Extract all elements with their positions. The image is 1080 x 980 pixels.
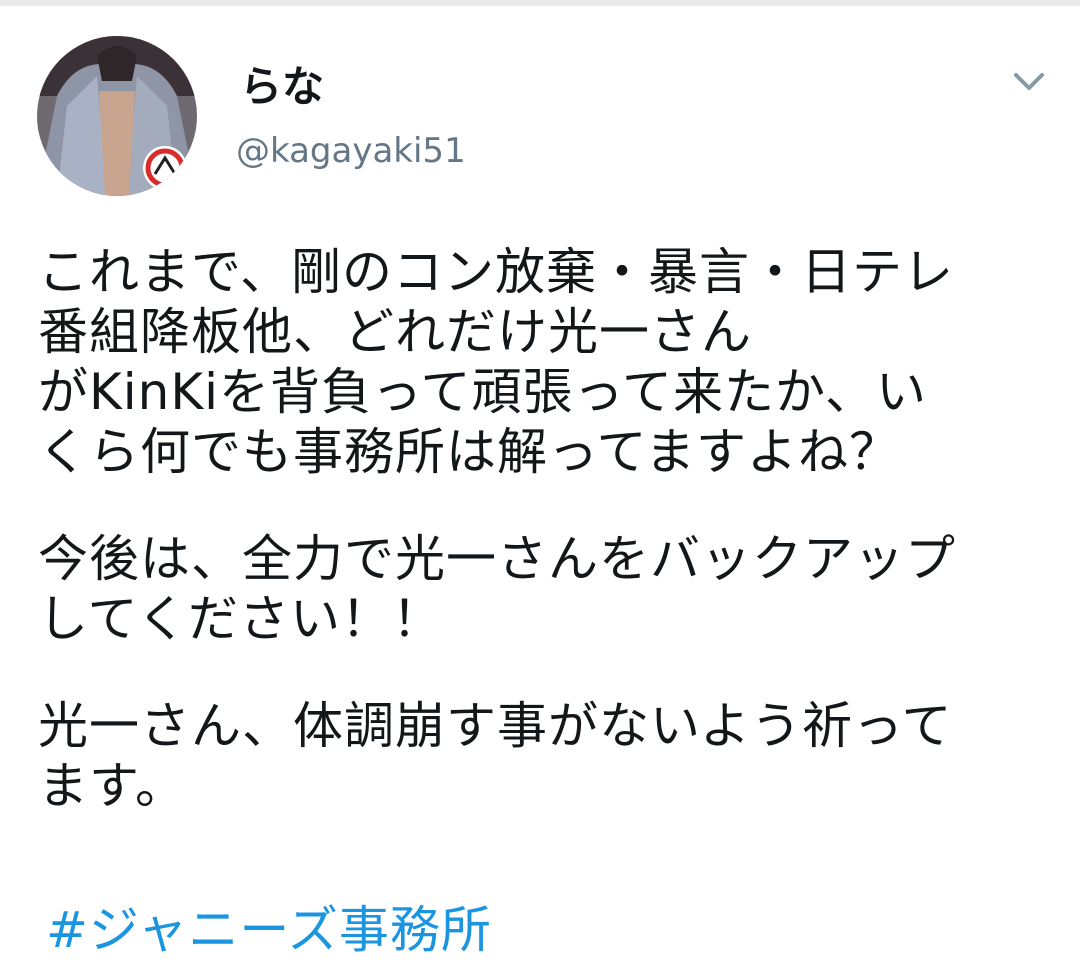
tweet-text-line: ます。 (38, 757, 186, 815)
tweet-card: らな @kagayaki51 これまで、剛のコン放棄・暴言・日テレ 番組降板他、… (0, 6, 1080, 980)
tweet-text-line: がKinKiを背負って頑張って来たか、い (38, 363, 928, 421)
profile-avatar-icon (37, 36, 197, 196)
tweet-text-line: これまで、剛のコン放棄・暴言・日テレ (38, 243, 954, 301)
user-handle[interactable]: @kagayaki51 (236, 130, 466, 172)
tweet-text-line: してください！！ (38, 590, 443, 648)
tweet-text: これまで、剛のコン放棄・暴言・日テレ 番組降板他、どれだけ光一さん がKinKi… (38, 242, 1078, 816)
tweet-text-line: 今後は、全力で光一さんをバックアップ (38, 530, 956, 588)
hashtag-link[interactable]: #ジャニーズ事務所 (46, 900, 492, 960)
tweet-text-line: くら何でも事務所は解ってますよね？ (38, 423, 900, 481)
tweet-text-line: 番組降板他、どれだけ光一さん (38, 303, 752, 361)
display-name[interactable]: らな (240, 62, 324, 112)
tweet-text-line: 光一さん、体調崩す事がないよう祈って (38, 697, 953, 755)
avatar[interactable] (37, 36, 197, 196)
tweet-menu-button[interactable] (1004, 60, 1054, 104)
chevron-down-icon (1014, 73, 1044, 90)
